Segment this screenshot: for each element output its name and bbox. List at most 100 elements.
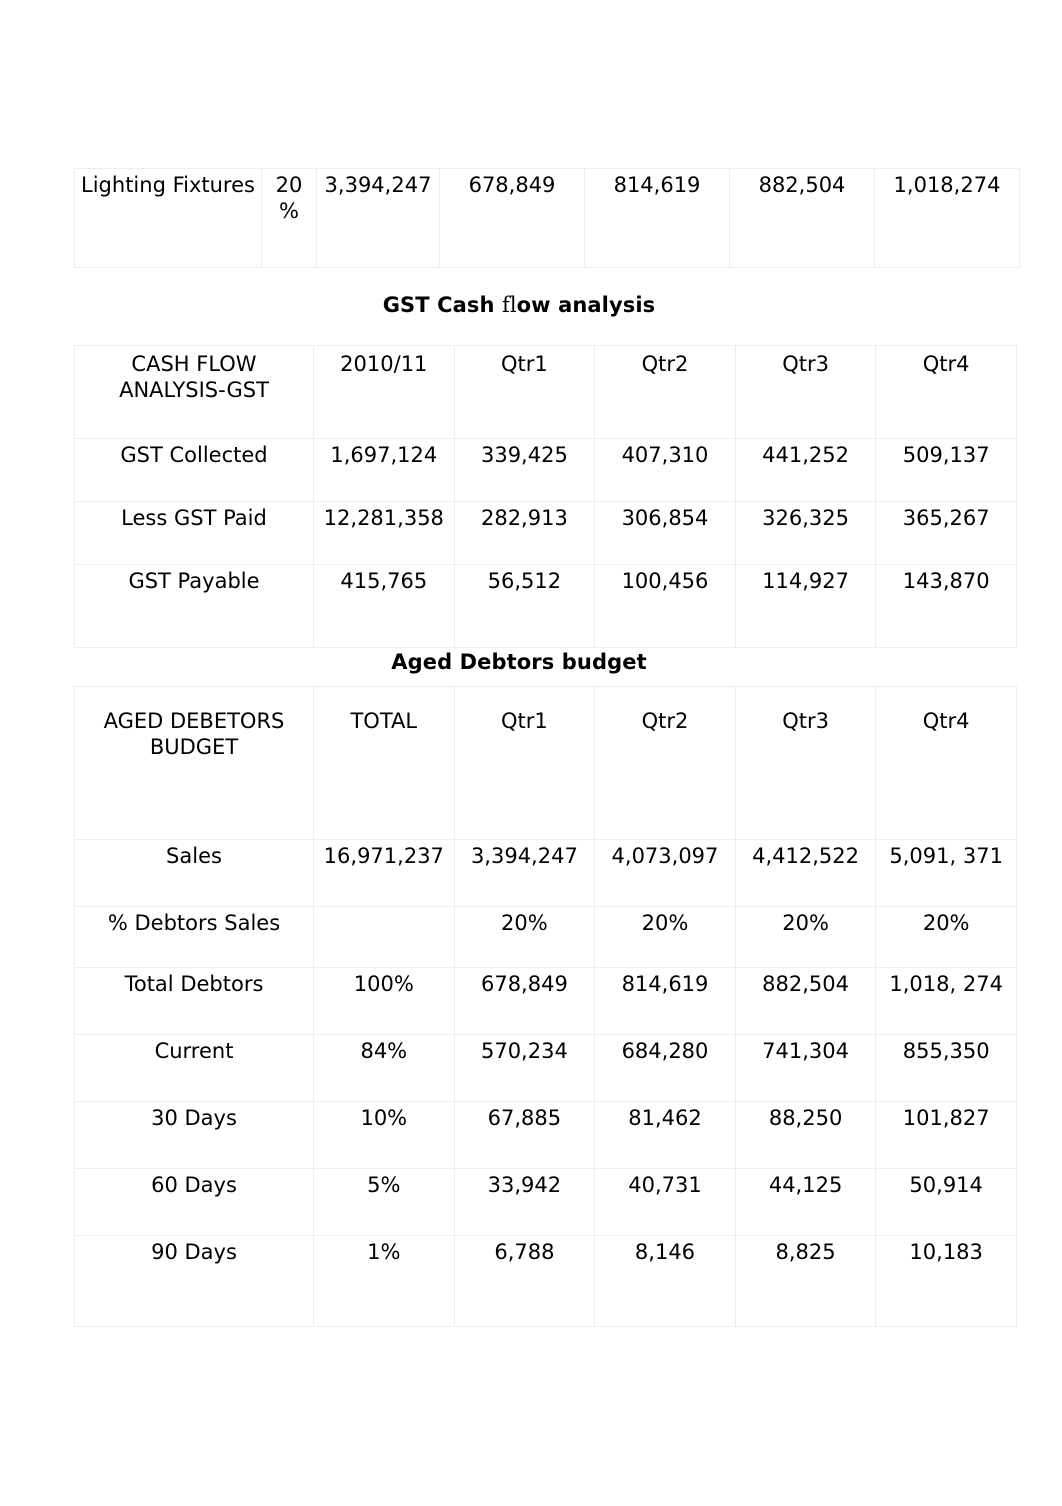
data-cell: 678,849 xyxy=(453,967,596,1035)
row-label: 90 Days xyxy=(74,1235,314,1327)
data-cell: 5,091, 371 xyxy=(875,839,1017,907)
data-cell: 814,619 xyxy=(594,967,736,1035)
data-cell: 20% xyxy=(875,906,1017,968)
data-cell: 16,971,237 xyxy=(313,839,455,907)
data-cell: 741,304 xyxy=(734,1034,877,1102)
aged-debtors-heading: Aged Debtors budget xyxy=(391,650,647,674)
heading-text-before: GST Cash xyxy=(382,293,502,317)
lighting-fixtures-table: Lighting Fixtures 20% 3,394,247 678,849 … xyxy=(74,168,1020,268)
fl-ligature-glyph: fl xyxy=(501,293,517,317)
gst-cash-flow-table: CASH FLOW ANALYSIS-GST 2010/11 Qtr1 Qtr2 Qtr… xyxy=(74,345,1017,648)
data-cell: 407,310 xyxy=(594,438,736,502)
data-cell: 8,825 xyxy=(734,1235,877,1327)
data-cell: 81,462 xyxy=(594,1101,736,1169)
data-cell: 339,425 xyxy=(453,438,596,502)
row-label: Total Debtors xyxy=(74,967,314,1035)
document-page: Lighting Fixtures 20% 3,394,247 678,849 … xyxy=(0,0,1062,1506)
column-header: Qtr4 xyxy=(875,345,1017,439)
table-row: 60 Days 5% 33,942 40,731 44,125 50,914 xyxy=(74,1168,1017,1236)
cell-product-name: Lighting Fixtures xyxy=(74,168,262,268)
cell-total: 3,394,247 xyxy=(316,168,440,268)
table-header-row: AGED DEBETORS BUDGET TOTAL Qtr1 Qtr2 Qtr3 Qtr… xyxy=(74,686,1017,840)
table-row: GST Collected 1,697,124 339,425 407,310 441,… xyxy=(74,438,1017,502)
data-cell: 882,504 xyxy=(734,967,877,1035)
table-row: Current 84% 570,234 684,280 741,304 855,350 xyxy=(74,1034,1017,1102)
table-row: Less GST Paid 12,281,358 282,913 306,854 326… xyxy=(74,501,1017,565)
data-cell: 84% xyxy=(313,1034,455,1102)
column-header: Qtr1 xyxy=(453,686,596,840)
data-cell: 8,146 xyxy=(594,1235,736,1327)
data-cell: 1,697,124 xyxy=(313,438,455,502)
column-header: Qtr4 xyxy=(875,686,1017,840)
data-cell: 12,281,358 xyxy=(313,501,455,565)
gst-cash-flow-heading: GST Cash flow analysis xyxy=(74,293,964,318)
data-cell: 5% xyxy=(313,1168,455,1236)
data-cell: 10% xyxy=(313,1101,455,1169)
data-cell: 6,788 xyxy=(453,1235,596,1327)
column-header: Qtr3 xyxy=(734,686,877,840)
cell-qtr1: 678,849 xyxy=(439,168,585,268)
data-cell: 855,350 xyxy=(875,1034,1017,1102)
data-cell: 684,280 xyxy=(594,1034,736,1102)
column-header: TOTAL xyxy=(313,686,455,840)
data-cell: 40,731 xyxy=(594,1168,736,1236)
row-label: Less GST Paid xyxy=(74,501,314,565)
table-row: 90 Days 1% 6,788 8,146 8,825 10,183 xyxy=(74,1235,1017,1327)
data-cell: 20% xyxy=(453,906,596,968)
data-cell: 4,412,522 xyxy=(734,839,877,907)
data-cell: 570,234 xyxy=(453,1034,596,1102)
column-header: Qtr1 xyxy=(453,345,596,439)
cell-percent: 20% xyxy=(261,168,317,268)
column-header: 2010/11 xyxy=(313,345,455,439)
data-cell: 365,267 xyxy=(875,501,1017,565)
data-cell: 50,914 xyxy=(875,1168,1017,1236)
aged-debtors-table: AGED DEBETORS BUDGET TOTAL Qtr1 Qtr2 Qtr3 Qtr… xyxy=(74,686,1017,1327)
row-label: Current xyxy=(74,1034,314,1102)
data-cell: 10,183 xyxy=(875,1235,1017,1327)
heading-text-after: ow analysis xyxy=(516,293,656,317)
data-cell: 509,137 xyxy=(875,438,1017,502)
column-header: Qtr3 xyxy=(734,345,877,439)
data-cell: 1,018, 274 xyxy=(875,967,1017,1035)
data-cell: 3,394,247 xyxy=(453,839,596,907)
table-header-row: CASH FLOW ANALYSIS-GST 2010/11 Qtr1 Qtr2 Qtr… xyxy=(74,345,1017,439)
data-cell: 44,125 xyxy=(734,1168,877,1236)
data-cell: 114,927 xyxy=(734,564,877,648)
cell-qtr2: 814,619 xyxy=(584,168,730,268)
row-label: GST Collected xyxy=(74,438,314,502)
column-header: AGED DEBETORS BUDGET xyxy=(74,686,314,840)
data-cell: 306,854 xyxy=(594,501,736,565)
cell-qtr3: 882,504 xyxy=(729,168,875,268)
column-header: Qtr2 xyxy=(594,686,736,840)
data-cell: 282,913 xyxy=(453,501,596,565)
data-cell: 100% xyxy=(313,967,455,1035)
data-cell xyxy=(313,906,455,968)
data-cell: 4,073,097 xyxy=(594,839,736,907)
data-cell: 326,325 xyxy=(734,501,877,565)
data-cell: 88,250 xyxy=(734,1101,877,1169)
row-label: 30 Days xyxy=(74,1101,314,1169)
table-row: GST Payable 415,765 56,512 100,456 114,927 14… xyxy=(74,564,1017,648)
data-cell: 143,870 xyxy=(875,564,1017,648)
data-cell: 56,512 xyxy=(453,564,596,648)
data-cell: 67,885 xyxy=(453,1101,596,1169)
column-header: Qtr2 xyxy=(594,345,736,439)
data-cell: 33,942 xyxy=(453,1168,596,1236)
table-row: Lighting Fixtures 20% 3,394,247 678,849 … xyxy=(74,168,1020,268)
data-cell: 20% xyxy=(594,906,736,968)
table-row: Sales 16,971,237 3,394,247 4,073,097 4,412,5… xyxy=(74,839,1017,907)
row-label: 60 Days xyxy=(74,1168,314,1236)
cell-qtr4: 1,018,274 xyxy=(874,168,1020,268)
data-cell: 1% xyxy=(313,1235,455,1327)
data-cell: 20% xyxy=(734,906,877,968)
data-cell: 100,456 xyxy=(594,564,736,648)
table-row: % Debtors Sales 20% 20% 20% 20% xyxy=(74,906,1017,968)
row-label: % Debtors Sales xyxy=(74,906,314,968)
column-header: CASH FLOW ANALYSIS-GST xyxy=(74,345,314,439)
data-cell: 101,827 xyxy=(875,1101,1017,1169)
table-row: 30 Days 10% 67,885 81,462 88,250 101,827 xyxy=(74,1101,1017,1169)
row-label: Sales xyxy=(74,839,314,907)
row-label: GST Payable xyxy=(74,564,314,648)
data-cell: 415,765 xyxy=(313,564,455,648)
data-cell: 441,252 xyxy=(734,438,877,502)
